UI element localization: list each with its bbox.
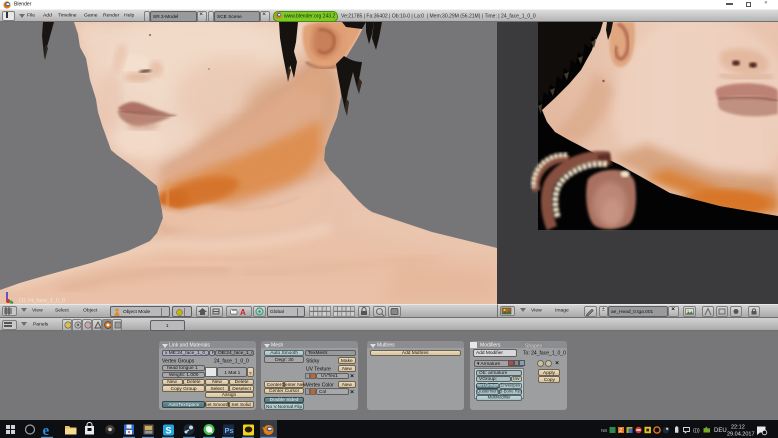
svg-text:Ps: Ps	[225, 426, 234, 435]
svg-text:A: A	[240, 308, 246, 316]
svg-text:(()): (())	[693, 428, 700, 434]
svg-text:NB: NB	[601, 428, 607, 433]
svg-text:22:12: 22:12	[731, 424, 745, 430]
svg-text:e: e	[43, 423, 50, 438]
svg-text:DEU: DEU	[714, 428, 727, 434]
svg-text:S: S	[166, 426, 172, 436]
svg-text:29.04.2017: 29.04.2017	[727, 431, 755, 437]
svg-text:Z: Z	[619, 428, 622, 434]
